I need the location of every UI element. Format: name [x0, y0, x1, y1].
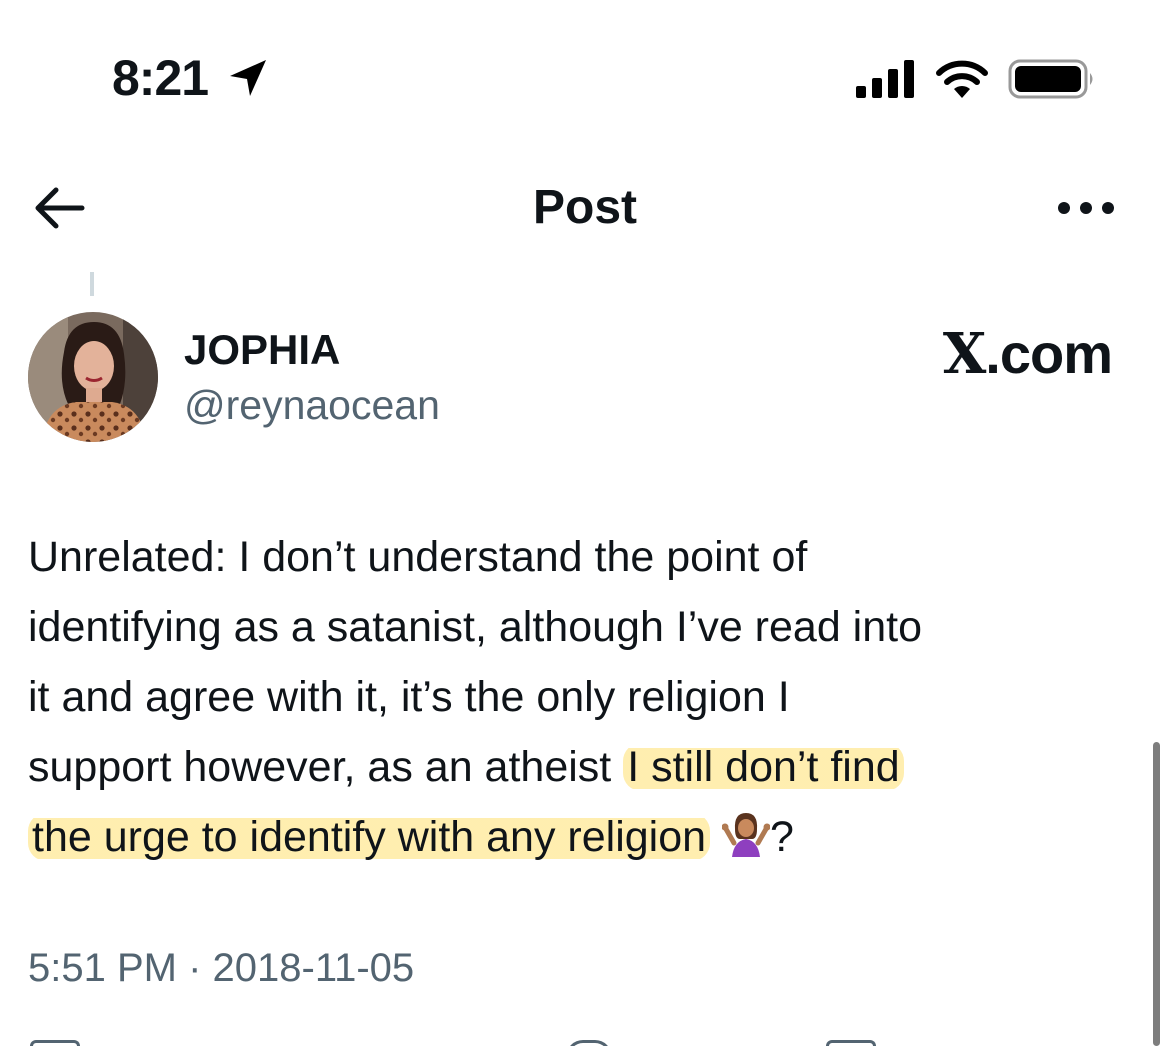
cellular-signal-icon [856, 60, 914, 98]
watermark-domain: .com [985, 322, 1113, 385]
post-text: Unrelated: I don’t understand the point … [28, 522, 1138, 872]
highlighted-text: I still don’t find [623, 743, 904, 791]
post-line-plain: support however, as an atheist [28, 743, 612, 791]
more-horizontal-icon [1058, 202, 1114, 214]
scrollbar[interactable] [1153, 742, 1160, 1046]
highlighted-text: the urge to identify with any religion [28, 813, 711, 861]
thread-connector [90, 272, 94, 296]
post-timestamp[interactable]: 5:51 PM · 2018-11-05 [28, 942, 414, 994]
author-handle[interactable]: @reynaocean [184, 380, 440, 430]
watermark-x: X [942, 321, 986, 387]
status-time: 8:21 [112, 50, 209, 106]
action-bar [0, 1036, 1170, 1046]
wifi-icon [936, 60, 988, 98]
page-title: Post [532, 181, 637, 234]
more-options-button[interactable] [1050, 190, 1120, 226]
post-line: it and agree with it, it’s the only reli… [28, 673, 790, 721]
reply-icon[interactable] [30, 1040, 80, 1046]
person-shrugging-emoji [722, 813, 771, 857]
location-arrow-icon [230, 60, 266, 96]
post-line: identifying as a satanist, although I’ve… [28, 603, 923, 651]
bookmark-icon[interactable] [826, 1040, 876, 1046]
author-display-name[interactable]: JOPHIA [184, 324, 340, 376]
battery-full-icon [1008, 59, 1093, 99]
avatar[interactable] [28, 312, 158, 442]
post-line: the urge to identify with any religion ? [28, 802, 1138, 872]
post-line: support however, as an atheist I still d… [28, 732, 1138, 802]
like-icon[interactable] [566, 1040, 612, 1046]
watermark: X.com [942, 321, 1113, 387]
post-line: Unrelated: I don’t understand the point … [28, 533, 808, 581]
post-line-suffix: ? [770, 813, 794, 861]
